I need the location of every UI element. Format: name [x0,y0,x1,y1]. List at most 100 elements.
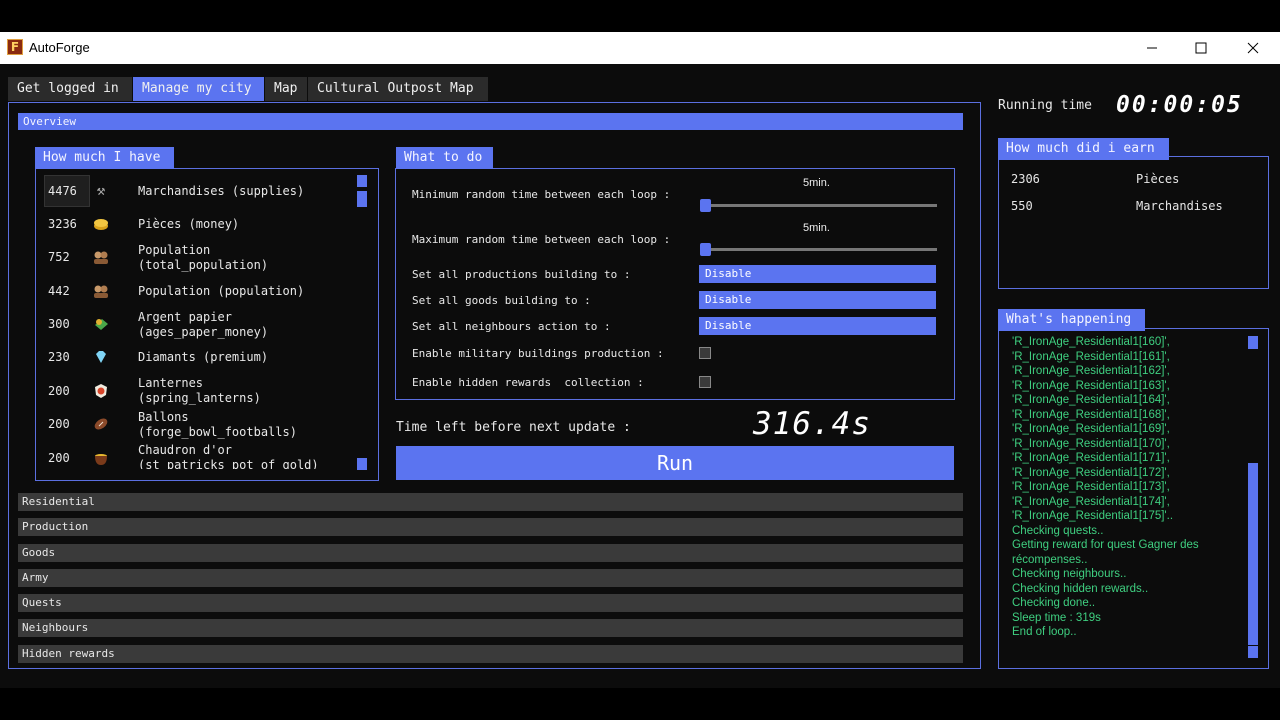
hammer-icon: ⚒ [96,183,106,199]
log-line: Checking hidden rewards.. [1012,582,1149,595]
gold-pot-icon [93,450,109,466]
window-title: AutoForge [29,40,90,55]
tab-cultural-outpost-map[interactable]: Cultural Outpost Map [308,77,488,101]
paper-money-icon [93,316,109,332]
min-loop-value: 5min. [803,177,830,189]
log-line: récompenses.. [1012,553,1088,566]
diamond-icon [93,349,109,365]
max-loop-slider-knob[interactable] [700,243,711,256]
neighbours-select[interactable]: Disable [699,317,936,335]
resource-name: Diamants (premium) [138,350,269,364]
section-hidden-rewards[interactable]: Hidden rewards [18,645,963,663]
log-line: 'R_IronAge_Residential1[169]', [1012,423,1170,435]
maximize-button[interactable] [1178,32,1224,64]
resource-count: 300 [48,317,70,331]
log-line: 'R_IronAge_Residential1[171]', [1012,452,1170,464]
tab-get-logged-in[interactable]: Get logged in [8,77,132,101]
resource-count: 200 [48,417,70,431]
hidden-rewards-checkbox[interactable] [699,376,711,388]
resource-count: 752 [48,250,70,264]
section-residential[interactable]: Residential [18,493,963,511]
running-time-value: 00:00:05 [1116,92,1243,118]
section-quests[interactable]: Quests [18,594,963,612]
resource-name: Marchandises (supplies) [138,184,305,198]
minimize-icon [1147,47,1157,49]
min-loop-slider-knob[interactable] [700,199,711,212]
tab-manage-my-city[interactable]: Manage my city [133,77,264,101]
log-line: 'R_IronAge_Residential1[161]', [1012,350,1170,363]
log-line: 'R_IronAge_Residential1[160]', [1012,336,1170,348]
earning-name: Marchandises [1136,199,1223,213]
hidden-rewards-label: Enable hidden rewards collection : [412,376,644,389]
resource-count: 3236 [48,217,77,231]
log-header: What's happening [998,309,1145,331]
close-button[interactable] [1230,32,1276,64]
section-goods[interactable]: Goods [18,544,963,562]
log-line: 'R_IronAge_Residential1[172]', [1012,466,1170,479]
log-line: 'R_IronAge_Residential1[175]'.. [1012,510,1174,522]
how-much-i-have-header: How much I have [35,147,174,169]
minimize-button[interactable] [1129,32,1175,64]
log-line: 'R_IronAge_Residential1[174]', [1012,495,1170,508]
log-scroll-up-button[interactable] [1248,336,1258,349]
productions-label: Set all productions building to : [412,268,631,281]
run-button[interactable]: Run [396,446,954,480]
log-line: 'R_IronAge_Residential1[164]', [1012,394,1170,406]
close-icon [1247,42,1259,54]
log-line: 'R_IronAge_Residential1[168]', [1012,408,1170,421]
time-left-label: Time left before next update : [396,420,631,435]
scroll-up-button[interactable] [357,175,367,187]
resource-count: 200 [48,384,70,398]
military-label: Enable military buildings production : [412,347,664,360]
scroll-down-button[interactable] [357,458,367,470]
log-line: Getting reward for quest Gagner des [1012,539,1199,551]
earning-value: 550 [1011,199,1033,213]
min-loop-slider[interactable] [700,204,937,207]
running-time-label: Running time [998,98,1092,113]
goods-label: Set all goods building to : [412,294,591,307]
max-loop-label: Maximum random time between each loop : [412,233,671,246]
resource-name: Population (population) [138,284,305,298]
resource-name: Argent papier (ages_paper_money) [138,310,269,339]
military-checkbox[interactable] [699,347,711,359]
max-loop-slider[interactable] [700,248,937,251]
max-loop-value: 5min. [803,222,830,234]
resource-count: 200 [48,451,70,465]
log-line: End of loop.. [1012,626,1077,638]
section-neighbours[interactable]: Neighbours [18,619,963,637]
resource-name: Population (total_population) [138,243,269,272]
log-line: 'R_IronAge_Residential1[170]', [1012,437,1170,450]
resource-name: Pièces (money) [138,217,240,231]
section-production[interactable]: Production [18,518,963,536]
log-line: 'R_IronAge_Residential1[162]', [1012,365,1170,377]
top-black-band [0,0,1280,32]
resource-name: Chaudron d'or (st patricks pot of gold) [138,443,319,469]
neighbours-label: Set all neighbours action to : [412,320,611,333]
productions-select[interactable]: Disable [699,265,936,283]
resource-count: 230 [48,350,70,364]
coins-icon [93,216,109,232]
log-line: 'R_IronAge_Residential1[173]', [1012,481,1170,493]
resource-count: 4476 [48,184,77,198]
resource-name: Lanternes (spring_lanterns) [138,376,261,405]
log-scroll-down-button[interactable] [1248,646,1258,658]
resource-count: 442 [48,284,70,298]
section-army[interactable]: Army [18,569,963,587]
population-icon [93,249,109,265]
log-scrollbar-thumb[interactable] [1248,463,1258,645]
football-icon [93,416,109,432]
log-line: Checking neighbours.. [1012,568,1127,580]
time-left-value: 316.4s [753,406,871,442]
log-line: Checking done.. [1012,597,1096,609]
goods-select[interactable]: Disable [699,291,936,309]
tab-map[interactable]: Map [265,77,307,101]
scrollbar-thumb[interactable] [357,191,367,207]
log-line: Sleep time : 319s [1012,611,1101,624]
min-loop-label: Minimum random time between each loop : [412,188,671,201]
overview-header[interactable]: Overview [18,113,963,130]
resource-name: Ballons (forge_bowl_footballs) [138,410,297,439]
earning-value: 2306 [1011,172,1040,186]
maximize-icon [1195,42,1207,54]
earning-name: Pièces [1136,172,1180,186]
what-to-do-header: What to do [396,147,493,169]
